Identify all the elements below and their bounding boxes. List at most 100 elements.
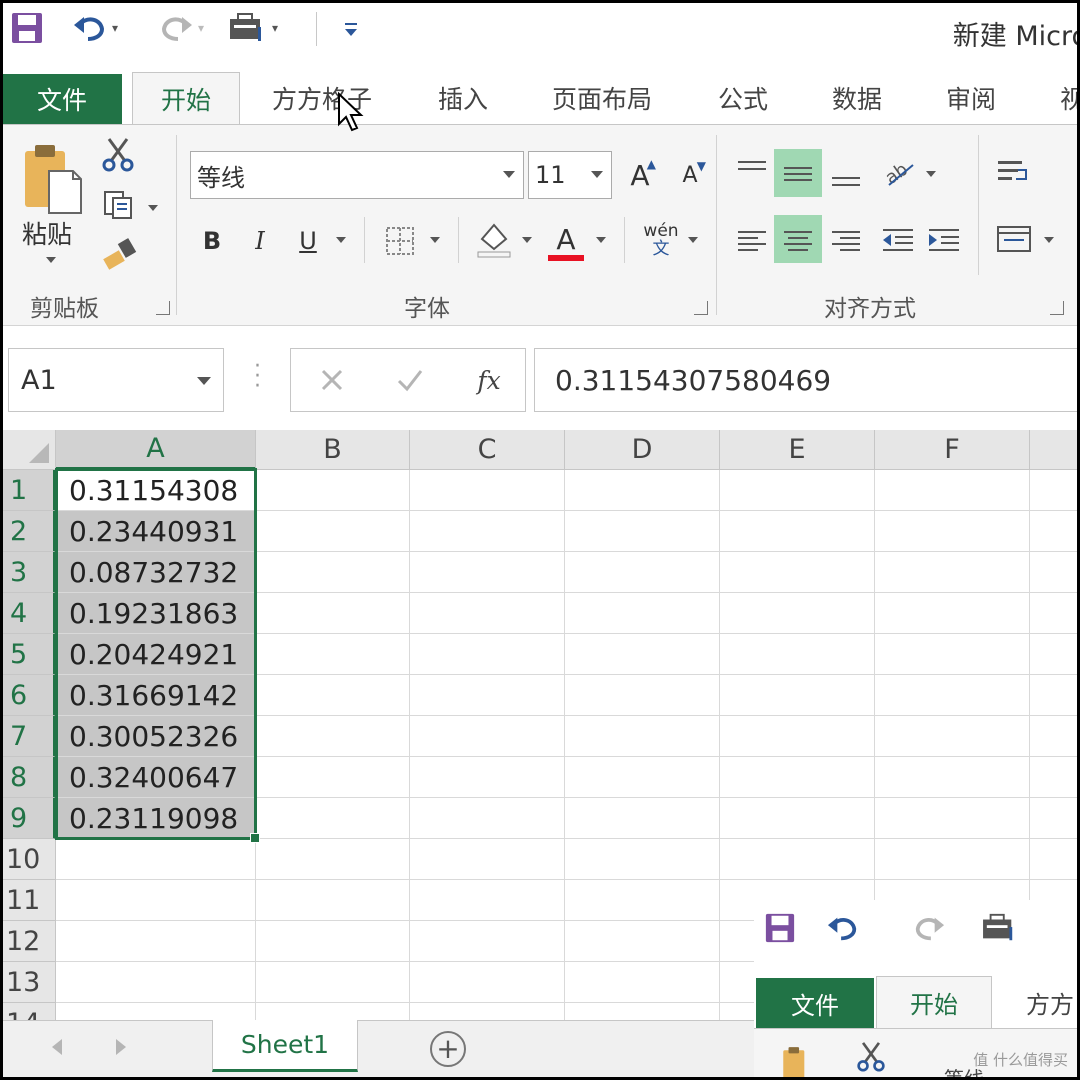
shrink-font-button[interactable]: A ▼ [670,153,710,197]
fill-color-icon[interactable] [472,217,516,261]
row-header[interactable]: 12 [0,921,56,962]
alignment-launcher-icon[interactable] [1050,301,1064,315]
font-size-dropdown-icon[interactable] [591,171,603,178]
sheet-prev-icon[interactable] [52,1039,62,1055]
row-header[interactable]: 5 [0,634,56,675]
tab-page-layout[interactable]: 页面布局 [552,72,652,124]
paste-icon[interactable] [778,1045,818,1080]
column-header-d[interactable]: D [565,430,720,470]
cut-icon[interactable] [856,1041,886,1077]
tab-file[interactable]: 文件 [756,978,874,1028]
tab-insert[interactable]: 插入 [438,72,488,124]
save-icon[interactable] [764,912,796,948]
sheet-next-icon[interactable] [116,1039,126,1055]
font-launcher-icon[interactable] [694,301,708,315]
paste-dropdown-icon[interactable] [46,257,56,263]
align-right-icon[interactable] [824,215,868,263]
touch-mode-icon[interactable]: ▾ [228,8,278,48]
name-box-dropdown-icon[interactable] [197,377,211,385]
align-left-icon[interactable] [730,215,774,263]
underline-button[interactable]: U [290,221,326,261]
align-bottom-icon[interactable] [824,149,868,197]
column-header-f[interactable]: F [875,430,1030,470]
undo-icon[interactable]: ▾ [72,8,118,48]
font-name-combo[interactable]: 等线 [190,151,524,199]
merge-dropdown-icon[interactable] [1044,237,1054,243]
undo-dropdown-icon[interactable]: ▾ [112,21,118,35]
copy-dropdown-icon[interactable] [148,205,158,211]
tab-data[interactable]: 数据 [832,72,882,124]
row-header[interactable]: 1 [0,470,56,511]
row-header[interactable]: 6 [0,675,56,716]
font-color-button[interactable]: A [546,217,586,261]
insert-function-button[interactable]: fx [461,349,517,411]
column-header-e[interactable]: E [720,430,875,470]
fill-color-dropdown-icon[interactable] [522,237,532,243]
merge-center-icon[interactable] [990,215,1038,263]
cut-icon[interactable] [100,135,136,175]
cancel-icon[interactable] [307,349,357,411]
row-header[interactable]: 3 [0,552,56,593]
column-header-b[interactable]: B [256,430,410,470]
border-dropdown-icon[interactable] [430,237,440,243]
undo-icon[interactable] [826,912,860,948]
decrease-indent-icon[interactable] [876,215,920,263]
tab-fangfangezi[interactable]: 方方 [1026,976,1074,1028]
row-header[interactable]: 11 [0,880,56,921]
redo-icon[interactable]: ▾ [158,8,204,48]
copy-icon[interactable] [100,187,136,223]
select-all-corner[interactable] [0,430,56,470]
phonetic-dropdown-icon[interactable] [688,237,698,243]
border-icon[interactable] [380,221,420,261]
paste-icon[interactable] [18,139,88,219]
tab-view[interactable]: 视 [1060,72,1080,124]
row-header[interactable]: 8 [0,757,56,798]
column-header-c[interactable]: C [410,430,565,470]
italic-button[interactable]: I [242,221,278,261]
orientation-dropdown-icon[interactable] [926,171,936,177]
redo-dropdown-icon[interactable]: ▾ [198,21,204,35]
fill-handle[interactable] [250,833,260,843]
touch-mode-dropdown-icon[interactable]: ▾ [272,21,278,35]
orientation-icon[interactable]: ab [878,149,922,197]
row-header[interactable]: 10 [0,839,56,880]
font-size-combo[interactable]: 11 [528,151,612,199]
redo-icon[interactable] [912,912,946,948]
row-header[interactable]: 14 [0,1003,56,1020]
grow-font-button[interactable]: A ▲ [620,153,660,197]
row-header[interactable]: 4 [0,593,56,634]
row-header[interactable]: 7 [0,716,56,757]
format-painter-icon[interactable] [100,235,140,271]
wrap-text-icon[interactable] [990,149,1038,197]
save-icon[interactable] [10,8,44,48]
align-middle-icon[interactable] [774,149,822,197]
tab-formulas[interactable]: 公式 [718,72,768,124]
row-header[interactable]: 9 [0,798,56,839]
clipboard-launcher-icon[interactable] [156,301,170,315]
align-center-icon[interactable] [774,215,822,263]
tab-home[interactable]: 开始 [876,976,992,1029]
add-sheet-icon[interactable]: + [430,1031,466,1067]
sheet-tab-sheet1[interactable]: Sheet1 [212,1020,358,1072]
paste-label[interactable]: 粘贴 [22,215,72,251]
touch-mode-icon[interactable] [980,912,1020,948]
bold-button[interactable]: B [194,221,230,261]
tab-file[interactable]: 文件 [2,74,122,124]
increase-indent-icon[interactable] [922,215,966,263]
formula-input[interactable]: 0.31154307580469 [534,348,1080,412]
font-name-dropdown-icon[interactable] [503,171,515,178]
column-header-a[interactable]: A [56,430,256,470]
row-header[interactable]: 13 [0,962,56,1003]
underline-dropdown-icon[interactable] [336,237,346,243]
row-header[interactable]: 2 [0,511,56,552]
customize-icon[interactable] [342,8,360,48]
align-top-icon[interactable] [730,149,774,197]
phonetic-button[interactable]: wén 文 [638,215,684,265]
font-color-dropdown-icon[interactable] [596,237,606,243]
formula-bar-grip-icon[interactable]: · · · [254,356,261,398]
name-box[interactable]: A1 [8,348,224,412]
enter-icon[interactable] [385,349,435,411]
tab-home[interactable]: 开始 [132,72,240,125]
tab-review[interactable]: 审阅 [946,72,996,124]
column-header-g[interactable] [1030,430,1080,470]
